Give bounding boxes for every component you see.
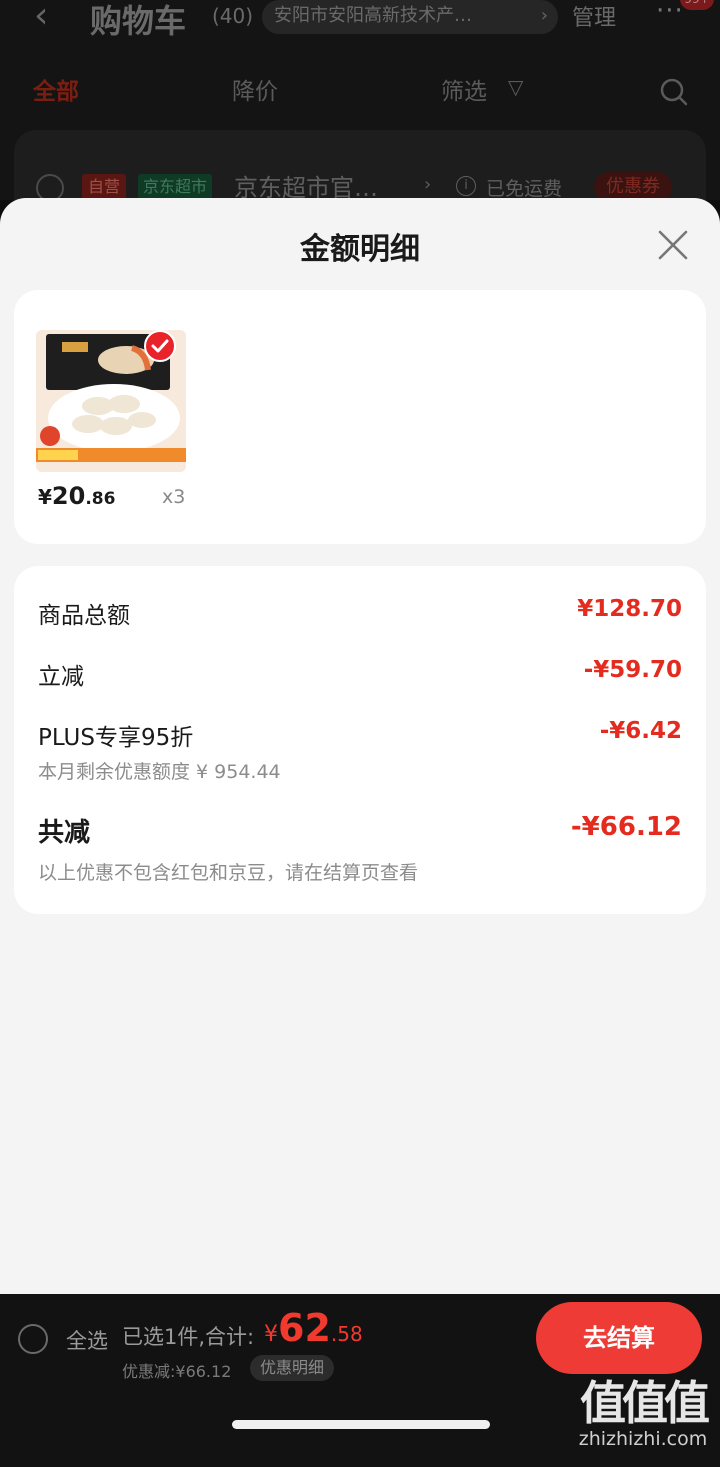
watermark: 值值值 zhizhizhi.com [568, 1378, 718, 1450]
nav-bar: ‹ 购物车 (40) 安阳市安阳高新技术产… › 管理 ··· 99+ [0, 0, 720, 40]
product-price: ¥20.86 [38, 482, 116, 510]
more-options-icon[interactable]: ··· [656, 0, 684, 26]
total-amount: ¥62.58 [264, 1306, 363, 1350]
watermark-logo: 值值值 [580, 1376, 710, 1430]
tab-price-drop[interactable]: 降价 [232, 72, 278, 106]
plus-remaining-quota: 本月剩余优惠额度 ¥ 954.44 [38, 761, 281, 783]
total-discount-label: 共减 [38, 818, 91, 848]
plus-discount-label: PLUS专享95折 [38, 725, 194, 751]
selected-count-text: 已选1件,合计: [122, 1325, 255, 1349]
free-shipping-label: 已免运费 [486, 178, 563, 200]
price-summary-card: 商品总额 ¥128.70 立减 -¥59.70 PLUS专享95折 -¥6.42… [14, 566, 706, 914]
manage-button[interactable]: 管理 [572, 0, 616, 32]
checkout-button[interactable]: 去结算 [536, 1302, 702, 1374]
close-icon[interactable] [656, 228, 690, 262]
page-title: 购物车 [90, 2, 187, 40]
instant-discount-label: 立减 [38, 664, 84, 690]
instant-discount-value: -¥59.70 [583, 657, 682, 683]
discount-summary: 优惠减:¥66.12 [122, 1362, 232, 1381]
select-all-radio[interactable] [18, 1324, 48, 1354]
chevron-right-icon: › [540, 5, 548, 26]
home-indicator[interactable] [232, 1420, 490, 1429]
info-icon[interactable]: i [456, 176, 476, 196]
product-quantity: x3 [162, 486, 186, 508]
address-selector[interactable]: 安阳市安阳高新技术产… › [262, 0, 558, 34]
check-icon[interactable] [144, 330, 176, 362]
discount-note: 以上优惠不包含红包和京豆，请在结算页查看 [38, 862, 419, 884]
tab-filter[interactable]: 筛选 [441, 72, 487, 106]
checkout-bar: 全选 已选1件,合计: ¥62.58 优惠减:¥66.12 优惠明细 去结算 值… [0, 1294, 720, 1467]
product-card: ¥20.86 x3 [14, 290, 706, 544]
jd-supermarket-tag: 京东超市 [138, 174, 213, 200]
discount-detail-button[interactable]: 优惠明细 [250, 1355, 335, 1381]
watermark-url: zhizhizhi.com [578, 1428, 708, 1450]
select-all-label[interactable]: 全选 [66, 1325, 108, 1355]
goods-total-value: ¥128.70 [577, 596, 682, 622]
address-text: 安阳市安阳高新技术产… [274, 5, 472, 26]
search-icon[interactable] [660, 78, 688, 106]
self-operated-tag: 自营 [82, 174, 127, 200]
cart-count: (40) [212, 4, 254, 28]
message-badge: 99+ [680, 0, 714, 10]
amount-detail-sheet: 金额明细 ¥20.86 x3 商品总额 ¥128.70 立减 -¥59.70 P… [0, 198, 720, 1294]
filter-tabs: 全部 降价 筛选 ▽ [0, 72, 720, 116]
goods-total-label: 商品总额 [38, 603, 130, 629]
chevron-right-icon: › [424, 174, 432, 195]
back-arrow-icon[interactable]: ‹ [34, 0, 64, 36]
total-discount-value: -¥66.12 [570, 812, 682, 842]
funnel-icon: ▽ [508, 75, 524, 99]
plus-discount-value: -¥6.42 [599, 718, 682, 744]
sheet-title: 金额明细 [300, 232, 420, 267]
tab-all[interactable]: 全部 [33, 72, 79, 106]
